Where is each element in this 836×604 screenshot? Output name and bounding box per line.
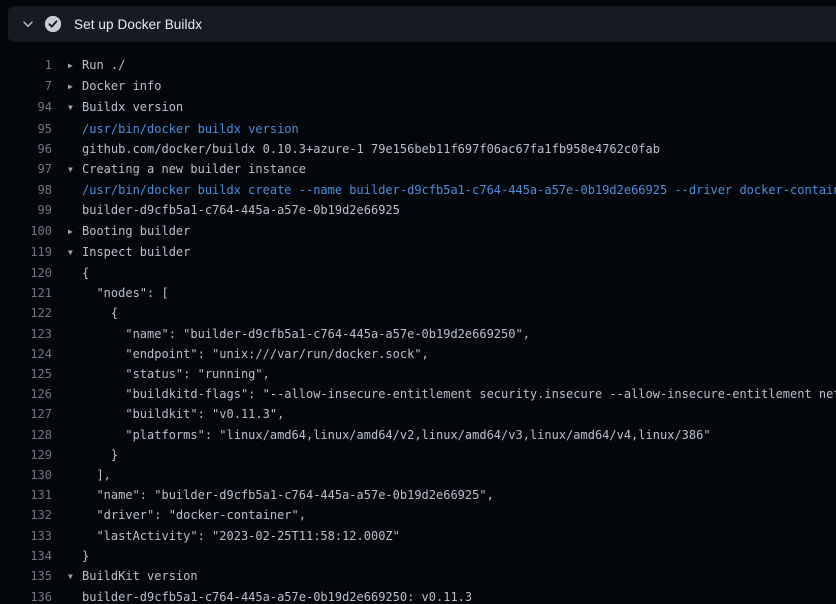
log-line-text: "platforms": "linux/amd64,linux/amd64/v2… — [68, 425, 711, 445]
line-number[interactable]: 122 — [0, 303, 52, 323]
triangle-down-icon[interactable]: ▼ — [68, 243, 82, 263]
line-number[interactable]: 136 — [0, 587, 52, 604]
log-line-text[interactable]: ▼BuildKit version — [68, 566, 198, 587]
line-number[interactable]: 125 — [0, 364, 52, 384]
log-row: 99 builder-d9cfb5a1-c764-445a-a57e-0b19d… — [0, 200, 836, 220]
log-line-text: "status": "running", — [68, 364, 270, 384]
log-line-text: "driver": "docker-container", — [68, 505, 306, 525]
line-number[interactable]: 134 — [0, 546, 52, 566]
log-line-text: "name": "builder-d9cfb5a1-c764-445a-a57e… — [68, 324, 530, 344]
line-number[interactable]: 123 — [0, 324, 52, 344]
log-line-text: "nodes": [ — [68, 283, 169, 303]
triangle-down-icon[interactable]: ▼ — [68, 567, 82, 587]
log-row: 123 "name": "builder-d9cfb5a1-c764-445a-… — [0, 324, 836, 344]
log-row: 130 ], — [0, 465, 836, 485]
line-number[interactable]: 100 — [0, 221, 52, 242]
line-number[interactable]: 99 — [0, 200, 52, 220]
log-line-text[interactable]: ▼Buildx version — [68, 97, 183, 118]
log-line-text: { — [68, 303, 118, 323]
line-number[interactable]: 119 — [0, 242, 52, 263]
check-circle-icon — [44, 15, 62, 33]
line-number[interactable]: 132 — [0, 505, 52, 525]
line-number[interactable]: 133 — [0, 526, 52, 546]
log-row: 136 builder-d9cfb5a1-c764-445a-a57e-0b19… — [0, 587, 836, 604]
log-line-text: builder-d9cfb5a1-c764-445a-a57e-0b19d2e6… — [68, 200, 400, 220]
log-row: 121 "nodes": [ — [0, 283, 836, 303]
line-number[interactable]: 97 — [0, 159, 52, 180]
triangle-down-icon[interactable]: ▼ — [68, 160, 82, 180]
log-line-text: { — [68, 263, 89, 283]
line-number[interactable]: 135 — [0, 566, 52, 587]
log-line-text: } — [68, 445, 118, 465]
log-row[interactable]: 7 ▶Docker info — [0, 76, 836, 97]
line-number[interactable]: 124 — [0, 344, 52, 364]
log-line-text: builder-d9cfb5a1-c764-445a-a57e-0b19d2e6… — [68, 587, 472, 604]
log-line-text: } — [68, 546, 89, 566]
log-line-text[interactable]: ▼Creating a new builder instance — [68, 159, 306, 180]
line-number[interactable]: 1 — [0, 55, 52, 76]
triangle-down-icon[interactable]: ▼ — [68, 98, 82, 118]
line-number[interactable]: 7 — [0, 76, 52, 97]
step-title: Set up Docker Buildx — [74, 17, 202, 32]
log-row: 129 } — [0, 445, 836, 465]
log-line-text: "lastActivity": "2023-02-25T11:58:12.000… — [68, 526, 400, 546]
step-header[interactable]: Set up Docker Buildx — [8, 6, 836, 42]
line-number[interactable]: 94 — [0, 97, 52, 118]
line-number[interactable]: 128 — [0, 425, 52, 445]
line-number[interactable]: 98 — [0, 180, 52, 200]
log-row[interactable]: 94 ▼Buildx version — [0, 97, 836, 118]
log-line-text: ], — [68, 465, 111, 485]
log-line-text: github.com/docker/buildx 0.10.3+azure-1 … — [68, 139, 660, 159]
log-row[interactable]: 97 ▼Creating a new builder instance — [0, 159, 836, 180]
log-row: 124 "endpoint": "unix:///var/run/docker.… — [0, 344, 836, 364]
triangle-right-icon[interactable]: ▶ — [68, 56, 82, 76]
log-row[interactable]: 1 ▶Run ./ — [0, 55, 836, 76]
line-number[interactable]: 129 — [0, 445, 52, 465]
log-row: 122 { — [0, 303, 836, 323]
log-row: 133 "lastActivity": "2023-02-25T11:58:12… — [0, 526, 836, 546]
log-row: 98 /usr/bin/docker buildx create --name … — [0, 180, 836, 200]
line-number[interactable]: 96 — [0, 139, 52, 159]
line-number[interactable]: 95 — [0, 119, 52, 139]
log-output: 1 ▶Run ./ 7 ▶Docker info 94 ▼Buildx vers… — [0, 42, 836, 604]
line-number[interactable]: 130 — [0, 465, 52, 485]
log-row: 131 "name": "builder-d9cfb5a1-c764-445a-… — [0, 485, 836, 505]
triangle-right-icon[interactable]: ▶ — [68, 77, 82, 97]
triangle-right-icon[interactable]: ▶ — [68, 222, 82, 242]
log-line-text: "endpoint": "unix:///var/run/docker.sock… — [68, 344, 429, 364]
log-row[interactable]: 135 ▼BuildKit version — [0, 566, 836, 587]
log-row: 126 "buildkitd-flags": "--allow-insecure… — [0, 384, 836, 404]
log-line-text: /usr/bin/docker buildx create --name bui… — [68, 180, 836, 200]
log-row: 128 "platforms": "linux/amd64,linux/amd6… — [0, 425, 836, 445]
log-row: 127 "buildkit": "v0.11.3", — [0, 404, 836, 424]
log-row: 96 github.com/docker/buildx 0.10.3+azure… — [0, 139, 836, 159]
log-row: 95 /usr/bin/docker buildx version — [0, 119, 836, 139]
log-row: 120 { — [0, 263, 836, 283]
log-line-text: /usr/bin/docker buildx version — [68, 119, 299, 139]
log-line-text[interactable]: ▶Booting builder — [68, 221, 190, 242]
log-line-text: "name": "builder-d9cfb5a1-c764-445a-a57e… — [68, 485, 494, 505]
line-number[interactable]: 131 — [0, 485, 52, 505]
log-row: 125 "status": "running", — [0, 364, 836, 384]
log-row[interactable]: 100 ▶Booting builder — [0, 221, 836, 242]
log-line-text[interactable]: ▼Inspect builder — [68, 242, 190, 263]
log-row[interactable]: 119 ▼Inspect builder — [0, 242, 836, 263]
line-number[interactable]: 126 — [0, 384, 52, 404]
log-line-text[interactable]: ▶Docker info — [68, 76, 161, 97]
log-row: 134 } — [0, 546, 836, 566]
log-line-text: "buildkit": "v0.11.3", — [68, 404, 284, 424]
line-number[interactable]: 120 — [0, 263, 52, 283]
log-row: 132 "driver": "docker-container", — [0, 505, 836, 525]
log-line-text: "buildkitd-flags": "--allow-insecure-ent… — [68, 384, 836, 404]
chevron-down-icon[interactable] — [20, 16, 36, 32]
log-line-text[interactable]: ▶Run ./ — [68, 55, 125, 76]
line-number[interactable]: 127 — [0, 404, 52, 424]
line-number[interactable]: 121 — [0, 283, 52, 303]
